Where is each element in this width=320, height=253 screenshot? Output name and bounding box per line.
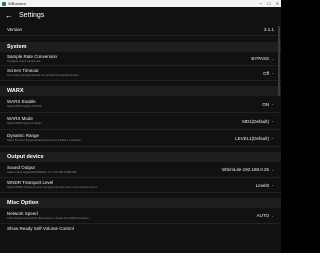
section-misc-option: Misc Option: [0, 198, 281, 208]
warx-mode-desc: Select WARX Harmonic Mode: [7, 122, 42, 126]
chevron-down-icon: ⌄: [271, 56, 274, 61]
chevron-down-icon: ⌄: [271, 136, 274, 140]
screen-timeout-value: Off: [263, 70, 270, 76]
chevron-down-icon: ⌄: [271, 119, 274, 123]
next-setting-row[interactable]: Show Ready Self-Volume Control: [0, 224, 281, 234]
chevron-down-icon: ⌄: [271, 183, 274, 187]
network-speed-select[interactable]: AUTO ⌄: [257, 213, 274, 218]
sample-rate-value: BYPASS: [251, 56, 270, 61]
warx-mode-select[interactable]: MD1(Default) ⌄: [242, 119, 274, 124]
chevron-down-icon: ⌄: [271, 213, 274, 218]
transport-level-select[interactable]: Level3 ⌄: [256, 183, 274, 188]
dynamic-range-desc: Select Dynamic Range Enhancement Level (…: [7, 139, 81, 143]
sound-output-select[interactable]: WSimLite-192.168.0.25 ⌄: [222, 167, 274, 172]
chevron-down-icon: ⌄: [271, 167, 274, 172]
scrollbar[interactable]: [278, 26, 280, 96]
chevron-down-icon: ⌄: [271, 71, 274, 75]
dynamic-range-row[interactable]: Dynamic Range Select Dynamic Range Enhan…: [0, 130, 281, 147]
network-speed-row[interactable]: Network Speed If the network is frequent…: [0, 208, 281, 224]
app-window: WBoomra ─ ☐ ✕ ← Settings Version 2.1.1 S…: [0, 0, 281, 253]
warx-enable-row[interactable]: WARX Enable Select WARX Engine ON/OFF ON…: [0, 96, 281, 113]
network-speed-desc: If the network is frequently disconnecte…: [7, 216, 90, 220]
section-output-device: Output device: [0, 152, 281, 162]
sample-rate-row[interactable]: Sample Rate Conversion Configure output …: [0, 52, 281, 66]
app-icon: [2, 1, 6, 6]
back-arrow-icon[interactable]: ←: [3, 10, 15, 22]
settings-header: ← Settings: [0, 7, 281, 24]
version-value: 2.1.1: [263, 27, 274, 32]
warx-enable-desc: Select WARX Engine ON/OFF: [7, 105, 42, 109]
warx-mode-value: MD1(Default): [242, 118, 270, 124]
sound-output-value: WSimLite-192.168.0.25: [222, 167, 270, 172]
next-setting-label: Show Ready Self-Volume Control: [7, 226, 74, 231]
close-icon[interactable]: ✕: [276, 0, 279, 7]
transport-level-value: Level3: [255, 182, 270, 188]
warx-enable-select[interactable]: ON ⌄: [262, 102, 274, 107]
window-titlebar: WBoomra ─ ☐ ✕: [0, 0, 281, 7]
section-warx: WARX: [0, 86, 281, 96]
warx-mode-row[interactable]: WARX Mode Select WARX Harmonic Mode MD1(…: [0, 113, 281, 130]
minimize-icon[interactable]: ─: [259, 0, 262, 7]
screen-timeout-select[interactable]: Off ⌄: [263, 71, 274, 76]
version-row: Version 2.1.1: [0, 24, 281, 36]
settings-list[interactable]: Version 2.1.1 System Sample Rate Convers…: [0, 24, 281, 253]
version-label: Version: [7, 26, 23, 32]
page-title: Settings: [19, 12, 45, 19]
window-title: WBoomra: [8, 1, 26, 6]
chevron-down-icon: ⌄: [271, 102, 274, 106]
dynamic-range-select[interactable]: LEVEL1(Default) ⌄: [235, 136, 274, 141]
network-speed-value: AUTO: [256, 213, 270, 218]
dynamic-range-value: LEVEL1(Default): [235, 135, 270, 141]
transport-level-row[interactable]: WNDR Transport Level Select WNDR Transpo…: [0, 178, 281, 193]
sample-rate-select[interactable]: BYPASS ⌄: [251, 56, 274, 61]
warx-enable-value: ON: [262, 101, 270, 107]
window-controls: ─ ☐ ✕: [259, 0, 279, 7]
screen-timeout-row[interactable]: Screen Timeout The screen will automatic…: [0, 66, 281, 81]
sound-output-row[interactable]: Sound Output Select output targets(WSS/W…: [0, 162, 281, 178]
sound-output-desc: Select output targets(WSS/Wifi/etc. Turn…: [7, 170, 77, 174]
transport-level-desc: Select WNDR Transport Level. Increases t…: [7, 186, 98, 190]
sample-rate-desc: Configure output sample rate: [7, 59, 41, 63]
section-system: System: [0, 42, 281, 52]
screen-timeout-desc: The screen will automatically turn off a…: [7, 74, 79, 78]
maximize-icon[interactable]: ☐: [267, 0, 271, 7]
